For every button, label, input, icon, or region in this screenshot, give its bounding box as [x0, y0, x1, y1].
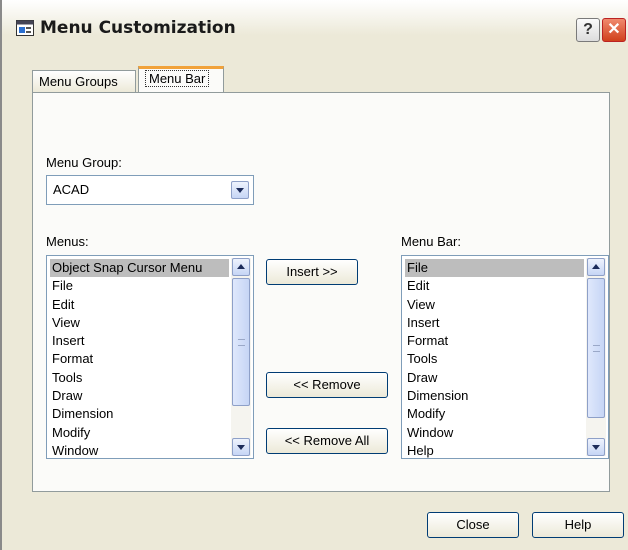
tab-menu-groups-label: Menu Groups [39, 74, 118, 89]
remove-button-label: << Remove [293, 377, 361, 392]
list-item[interactable]: Draw [50, 387, 229, 405]
title-help-button[interactable]: ? [576, 18, 600, 42]
list-item[interactable]: File [405, 259, 584, 278]
title-close-button[interactable]: ✕ [602, 18, 626, 42]
remove-all-button[interactable]: << Remove All [266, 428, 388, 454]
menu-customization-dialog: Menu Customization ? ✕ Menu Groups Menu … [0, 0, 628, 550]
list-item[interactable]: Edit [50, 296, 229, 314]
menu-bar-items: File Edit View Insert Format Tools Draw … [405, 259, 584, 458]
list-item[interactable]: Format [405, 332, 584, 350]
close-icon: ✕ [607, 21, 621, 38]
menu-bar-label: Menu Bar: [401, 234, 461, 249]
tab-menu-groups[interactable]: Menu Groups [32, 70, 136, 92]
list-item[interactable]: View [50, 314, 229, 332]
list-item[interactable]: Object Snap Cursor Menu [50, 259, 229, 278]
question-icon: ? [583, 21, 593, 38]
list-item[interactable]: Modify [50, 424, 229, 442]
remove-all-button-label: << Remove All [284, 433, 370, 448]
list-item[interactable]: Help [405, 442, 584, 458]
list-item[interactable]: Draw [405, 369, 584, 387]
list-item[interactable]: File [50, 277, 229, 295]
list-item[interactable]: Edit [405, 277, 584, 295]
list-item[interactable]: Window [50, 442, 229, 458]
menu-bar-scrollbar[interactable] [586, 258, 606, 456]
scroll-thumb[interactable] [232, 278, 250, 406]
list-item[interactable]: Dimension [405, 387, 584, 405]
scroll-down-icon[interactable] [587, 438, 605, 456]
menus-label: Menus: [46, 234, 89, 249]
scroll-down-icon[interactable] [232, 438, 250, 456]
list-item[interactable]: Format [50, 350, 229, 368]
help-button-label: Help [564, 517, 592, 532]
tab-menu-bar-label: Menu Bar [145, 70, 210, 87]
insert-button-label: Insert >> [286, 264, 338, 279]
scroll-up-icon[interactable] [232, 258, 250, 276]
title-bar[interactable]: Menu Customization ? ✕ [2, 0, 628, 44]
list-item[interactable]: Dimension [50, 405, 229, 423]
list-item[interactable]: Insert [405, 314, 584, 332]
close-button-label: Close [456, 517, 490, 532]
scroll-thumb[interactable] [587, 278, 605, 418]
remove-button[interactable]: << Remove [266, 372, 388, 398]
list-item[interactable]: Tools [405, 350, 584, 368]
close-button[interactable]: Close [427, 512, 519, 538]
insert-button[interactable]: Insert >> [266, 259, 358, 285]
dialog-app-icon [16, 20, 34, 36]
list-item[interactable]: Insert [50, 332, 229, 350]
menu-group-value: ACAD [53, 182, 90, 197]
list-item[interactable]: View [405, 296, 584, 314]
tab-menu-bar[interactable]: Menu Bar [138, 66, 224, 92]
menus-items: Object Snap Cursor Menu File Edit View I… [50, 259, 229, 458]
list-item[interactable]: Modify [405, 405, 584, 423]
help-button[interactable]: Help [532, 512, 624, 538]
menus-scrollbar[interactable] [231, 258, 251, 456]
menu-bar-listbox[interactable]: File Edit View Insert Format Tools Draw … [401, 255, 609, 459]
menu-group-label: Menu Group: [46, 155, 122, 170]
menu-group-select[interactable]: ACAD [46, 175, 254, 205]
list-item[interactable]: Window [405, 424, 584, 442]
chevron-down-icon[interactable] [231, 181, 249, 199]
menus-listbox[interactable]: Object Snap Cursor Menu File Edit View I… [46, 255, 254, 459]
scroll-up-icon[interactable] [587, 258, 605, 276]
list-item[interactable]: Tools [50, 369, 229, 387]
dialog-title: Menu Customization [40, 18, 236, 38]
